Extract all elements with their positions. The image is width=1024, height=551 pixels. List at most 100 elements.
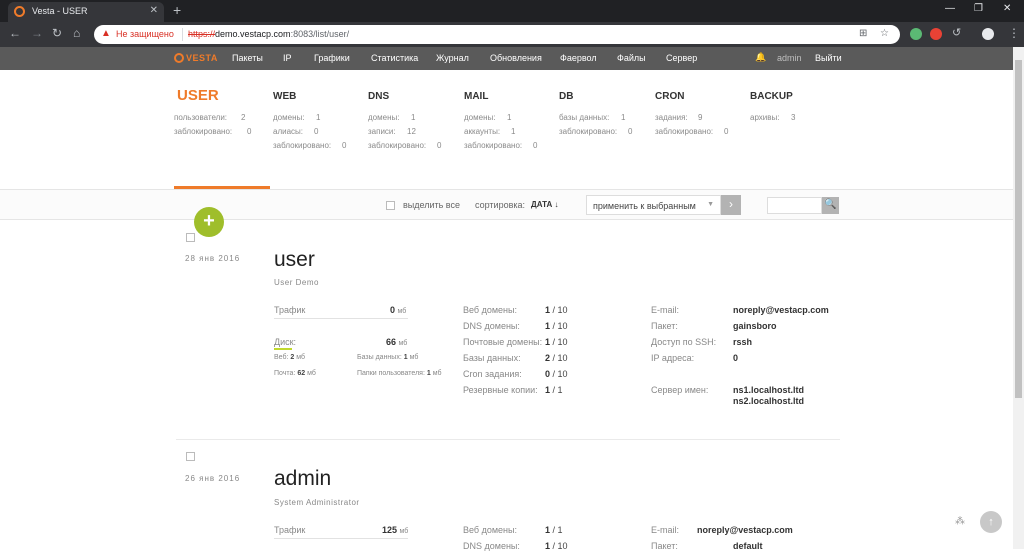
- traffic-bar: [274, 318, 408, 319]
- stat-label: заблокировано:: [559, 127, 618, 136]
- row-checkbox[interactable]: [186, 452, 195, 461]
- menu-firewall[interactable]: Фаервол: [560, 53, 597, 63]
- web-domains-value: 1 / 1: [545, 525, 563, 535]
- browser-menu-icon[interactable]: ⋮: [1008, 26, 1020, 40]
- dns-domains-label: DNS домены:: [463, 541, 520, 551]
- search-input[interactable]: [767, 197, 822, 214]
- menu-log[interactable]: Журнал: [436, 53, 469, 63]
- stat-label: аккаунты:: [464, 127, 501, 136]
- ssh-value: rssh: [733, 337, 753, 347]
- disk-mail: Почта: 62 мб: [274, 370, 316, 377]
- web-domains-label: Веб домены:: [463, 525, 517, 535]
- extension-icon[interactable]: [910, 28, 922, 40]
- nameserver-2: ns2.localhost.ltd: [733, 396, 805, 406]
- browser-toolbar: ← → ↻ ⌂ ▲ Не защищено https://demo.vesta…: [0, 22, 1024, 47]
- menu-updates[interactable]: Обновления: [490, 53, 542, 63]
- stat-value: 0: [628, 127, 633, 136]
- category-backup[interactable]: BACKUP: [750, 91, 793, 102]
- bookmark-star-icon[interactable]: ☆: [880, 28, 889, 39]
- stat-label: домены:: [464, 113, 496, 122]
- record-username[interactable]: admin: [274, 467, 331, 491]
- profile-avatar-icon[interactable]: [982, 28, 994, 40]
- tab-close-icon[interactable]: ✕: [150, 5, 158, 16]
- stat-label: заблокировано:: [273, 141, 332, 150]
- bulk-action-label: применить к выбранным: [593, 201, 696, 211]
- scroll-to-top-button[interactable]: ↑: [980, 511, 1002, 533]
- sort-label: сортировка:: [475, 200, 525, 210]
- category-mail[interactable]: MAIL: [464, 91, 488, 102]
- menu-graphs[interactable]: Графики: [314, 53, 350, 63]
- stat-value: 2: [241, 113, 246, 122]
- add-user-button[interactable]: +: [194, 207, 224, 237]
- logout-link[interactable]: Выйти: [815, 53, 842, 63]
- close-window-icon[interactable]: ✕: [1003, 3, 1011, 14]
- home-icon[interactable]: ⌂: [73, 26, 80, 40]
- record-username[interactable]: user: [274, 248, 315, 272]
- category-user[interactable]: USER: [177, 87, 219, 104]
- row-checkbox[interactable]: [186, 233, 195, 242]
- warning-icon: ▲: [101, 28, 111, 39]
- bell-icon[interactable]: 🔔: [755, 52, 766, 63]
- dns-domains-value: 1 / 10: [545, 321, 568, 331]
- bulk-action-select[interactable]: применить к выбранным ▼: [586, 195, 721, 215]
- cron-value: 0 / 10: [545, 369, 568, 379]
- select-all-label[interactable]: выделить все: [403, 200, 460, 210]
- stat-value: 1: [411, 113, 416, 122]
- record-description: User Demo: [274, 278, 319, 287]
- minimize-icon[interactable]: —: [945, 3, 955, 14]
- color-extension-icon[interactable]: [930, 28, 942, 40]
- menu-files[interactable]: Файлы: [617, 53, 646, 63]
- category-dns[interactable]: DNS: [368, 91, 389, 102]
- databases-label: Базы данных:: [463, 353, 521, 363]
- menu-packages[interactable]: Пакеты: [232, 53, 263, 63]
- menu-server[interactable]: Сервер: [666, 53, 697, 63]
- translate-icon[interactable]: ⊞: [859, 28, 867, 39]
- record-divider: [176, 439, 840, 440]
- shortcuts-icon[interactable]: ⁂: [955, 516, 965, 527]
- sort-dropdown[interactable]: ДАТА ↓: [531, 200, 558, 209]
- tab-title: Vesta - USER: [32, 6, 88, 16]
- reload-icon[interactable]: ↻: [52, 26, 62, 40]
- disk-web: Веб: 2 мб: [274, 354, 305, 361]
- stat-value: 0: [342, 141, 347, 150]
- forward-icon[interactable]: →: [31, 26, 43, 40]
- stat-value: 9: [698, 113, 703, 122]
- back-icon[interactable]: ←: [9, 26, 21, 40]
- stat-value: 12: [407, 127, 416, 136]
- backups-value: 1 / 1: [545, 385, 563, 395]
- omnibox-separator: [182, 28, 183, 41]
- traffic-bar: [274, 538, 408, 539]
- email-value: noreply@vestacp.com: [733, 305, 829, 315]
- databases-value: 2 / 10: [545, 353, 568, 363]
- package-label: Пакет:: [651, 541, 678, 551]
- ssh-label: Доступ по SSH:: [651, 337, 717, 347]
- stat-value: 1: [621, 113, 626, 122]
- vesta-logo[interactable]: VESTA: [174, 53, 218, 63]
- scrollbar-thumb[interactable]: [1015, 60, 1022, 398]
- category-db[interactable]: DB: [559, 91, 573, 102]
- user-link[interactable]: admin: [777, 53, 802, 63]
- maximize-icon[interactable]: ❐: [974, 3, 983, 14]
- select-all-checkbox[interactable]: [386, 201, 395, 210]
- stat-label: домены:: [273, 113, 305, 122]
- menu-statistics[interactable]: Статистика: [371, 53, 418, 63]
- stat-label: алиасы:: [273, 127, 304, 136]
- stat-label: заблокировано:: [174, 127, 233, 136]
- new-tab-button[interactable]: +: [173, 2, 181, 18]
- category-cron[interactable]: CRON: [655, 91, 684, 102]
- stat-label: задания:: [655, 113, 688, 122]
- traffic-value: 0 мб: [390, 305, 407, 315]
- history-icon[interactable]: ↺: [952, 26, 961, 39]
- search-icon[interactable]: 🔍: [822, 197, 839, 214]
- browser-tab[interactable]: Vesta - USER ✕: [8, 2, 164, 22]
- stat-label: домены:: [368, 113, 400, 122]
- menu-ip[interactable]: IP: [283, 53, 292, 63]
- disk-value: 66 мб: [386, 337, 408, 347]
- stat-value: 0: [724, 127, 729, 136]
- category-web[interactable]: WEB: [273, 91, 296, 102]
- address-bar[interactable]: ▲ Не защищено https://demo.vestacp.com:8…: [94, 25, 900, 44]
- stat-label: базы данных:: [559, 113, 610, 122]
- stat-label: заблокировано:: [368, 141, 427, 150]
- apply-button[interactable]: ›: [721, 195, 741, 215]
- browser-tab-strip: Vesta - USER ✕ + — ❐ ✕: [0, 0, 1024, 22]
